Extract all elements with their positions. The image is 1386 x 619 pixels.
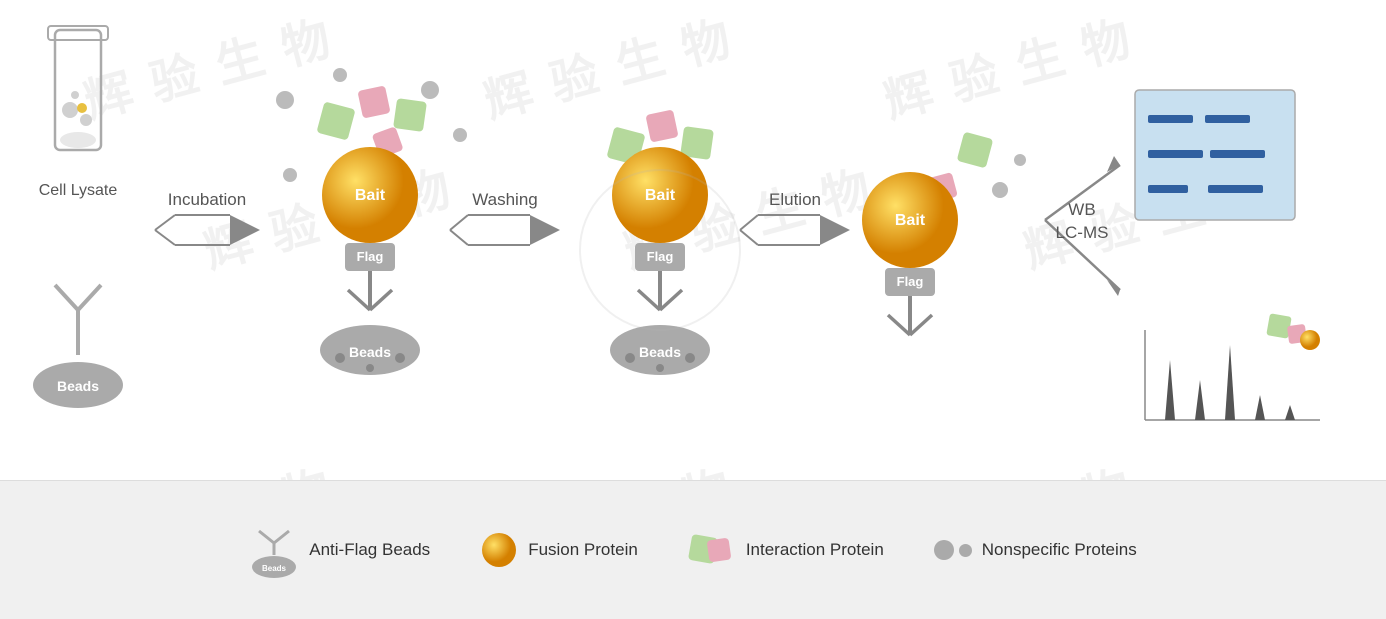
legend-item-interaction-protein: Interaction Protein xyxy=(688,531,884,569)
incubation-label: Incubation xyxy=(168,190,246,209)
nonspecific-dots xyxy=(934,540,972,560)
nonspecific-dot-large xyxy=(934,540,954,560)
washing-label: Washing xyxy=(472,190,538,209)
anti-flag-beads-label: Anti-Flag Beads xyxy=(309,540,430,560)
anti-flag-beads-icon: Beads xyxy=(249,523,299,578)
interaction-protein-label: Interaction Protein xyxy=(746,540,884,560)
lcms-label: LC-MS xyxy=(1056,223,1109,242)
elution-label: Elution xyxy=(769,190,821,209)
bait-label-1: Bait xyxy=(355,187,386,204)
legend-item-nonspecific-proteins: Nonspecific Proteins xyxy=(934,540,1137,560)
flag-label-3: Flag xyxy=(897,274,924,289)
fusion-protein-label: Fusion Protein xyxy=(528,540,638,560)
svg-text:Beads: Beads xyxy=(262,564,287,573)
nonspecific-dot-small xyxy=(959,544,972,557)
main-diagram: Cell Lysate Beads Incubation Bait Flag B… xyxy=(0,0,1386,480)
fusion-protein-icon xyxy=(480,531,518,569)
bait-label-2: Bait xyxy=(645,187,676,204)
interaction-protein-icon xyxy=(688,531,736,569)
bait-label-3: Bait xyxy=(895,212,926,229)
beads-label-2: Beads xyxy=(639,344,681,360)
nonspecific-proteins-label: Nonspecific Proteins xyxy=(982,540,1137,560)
flag-label-2: Flag xyxy=(647,249,674,264)
beads-label-left: Beads xyxy=(57,378,99,394)
wb-label: WB xyxy=(1068,200,1095,219)
beads-label-1: Beads xyxy=(349,344,391,360)
flag-label-1: Flag xyxy=(357,249,384,264)
legend-bar: Beads Anti-Flag Beads Fusion Protein Int… xyxy=(0,480,1386,619)
legend-item-fusion-protein: Fusion Protein xyxy=(480,531,638,569)
legend-item-anti-flag-beads: Beads Anti-Flag Beads xyxy=(249,523,430,578)
cell-lysate-label: Cell Lysate xyxy=(39,182,118,199)
